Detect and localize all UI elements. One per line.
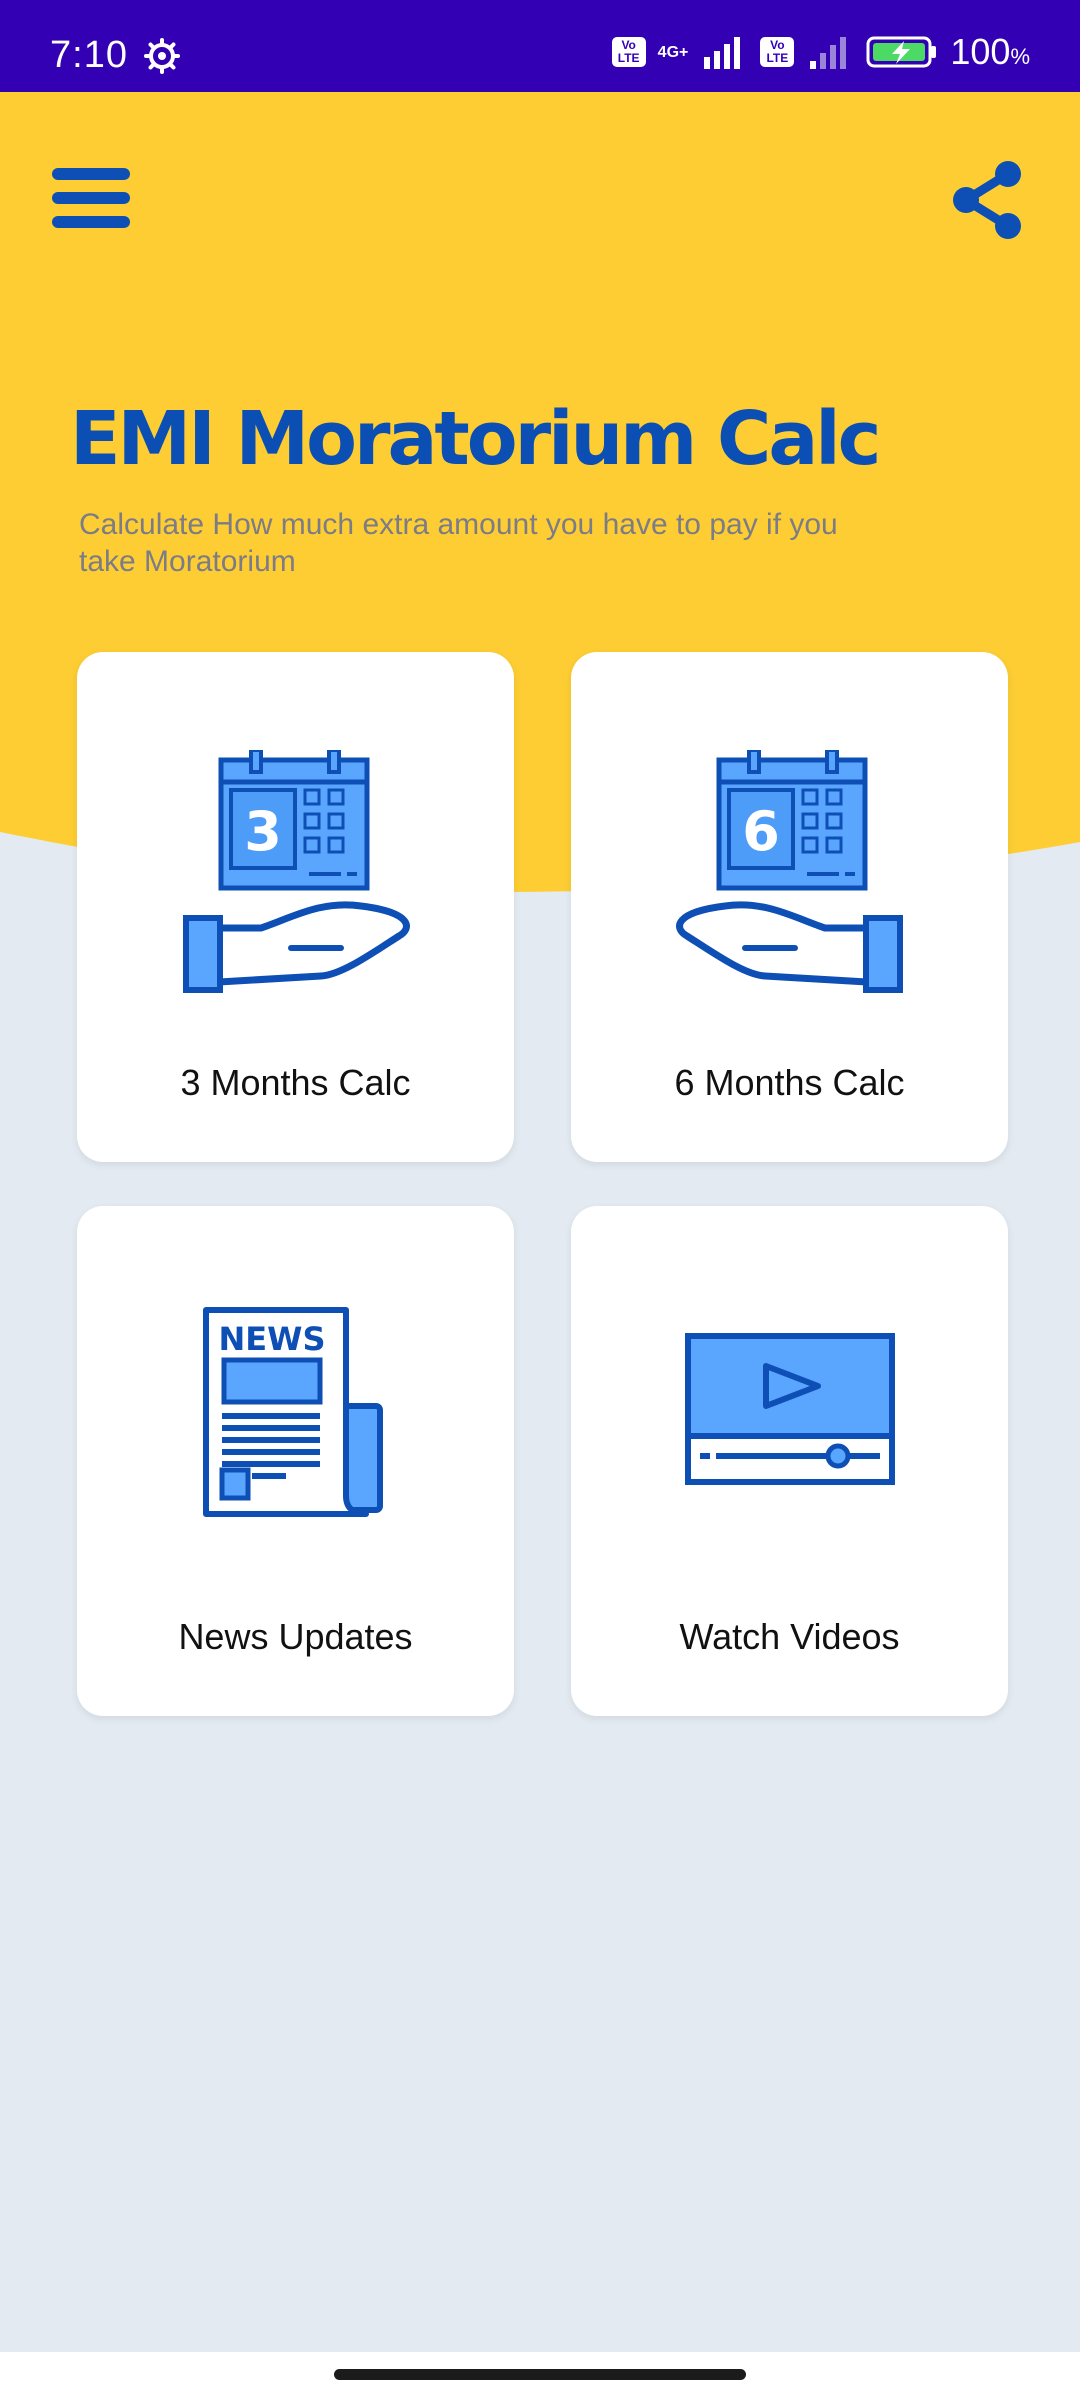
battery-percent: 100% [950, 31, 1030, 72]
settings-gear-icon [144, 38, 180, 74]
home-indicator[interactable] [334, 2369, 746, 2380]
network-type: 4G+ [657, 43, 689, 61]
signal-strength-icon [704, 37, 741, 69]
status-time: 7:10 [50, 34, 128, 76]
card-label: Watch Videos [679, 1616, 900, 1657]
status-bar: 7:10 Vo LTE 4G+ Vo LTE 100% [0, 0, 1080, 92]
card-3-months-calc[interactable]: 3 3 Months Calc [77, 652, 514, 1162]
signal-strength-2-icon [810, 37, 847, 69]
card-watch-videos[interactable]: Watch Videos [571, 1206, 1008, 1716]
newspaper-icon: NEWS [202, 1307, 383, 1517]
card-label: 6 Months Calc [674, 1062, 905, 1103]
card-label: 3 Months Calc [180, 1062, 411, 1103]
hamburger-menu-icon [52, 168, 130, 180]
status-icons: Vo LTE 4G+ Vo LTE 100% [611, 31, 1030, 72]
page-title: EMI Moratorium Calc [70, 396, 881, 482]
video-player-icon [684, 1333, 895, 1485]
menu-button[interactable] [52, 168, 130, 228]
card-6-months-calc[interactable]: 6 6 Months Calc [571, 652, 1008, 1162]
svg-text:6: 6 [742, 800, 780, 863]
battery-charging-icon [866, 36, 937, 68]
share-icon[interactable] [950, 160, 1024, 240]
news-badge-text: NEWS [218, 1320, 325, 1358]
card-label: News Updates [178, 1616, 413, 1657]
svg-text:3: 3 [244, 800, 282, 863]
calendar-3-hand-icon: 3 [182, 750, 410, 993]
volte-badge-2: Vo LTE [760, 37, 795, 67]
card-news-updates[interactable]: NEWS News Updates [77, 1206, 514, 1716]
calendar-6-hand-icon: 6 [675, 750, 903, 993]
page-subtitle: Calculate How much extra amount you have… [79, 508, 838, 578]
volte-badge-1: Vo LTE [611, 37, 646, 67]
